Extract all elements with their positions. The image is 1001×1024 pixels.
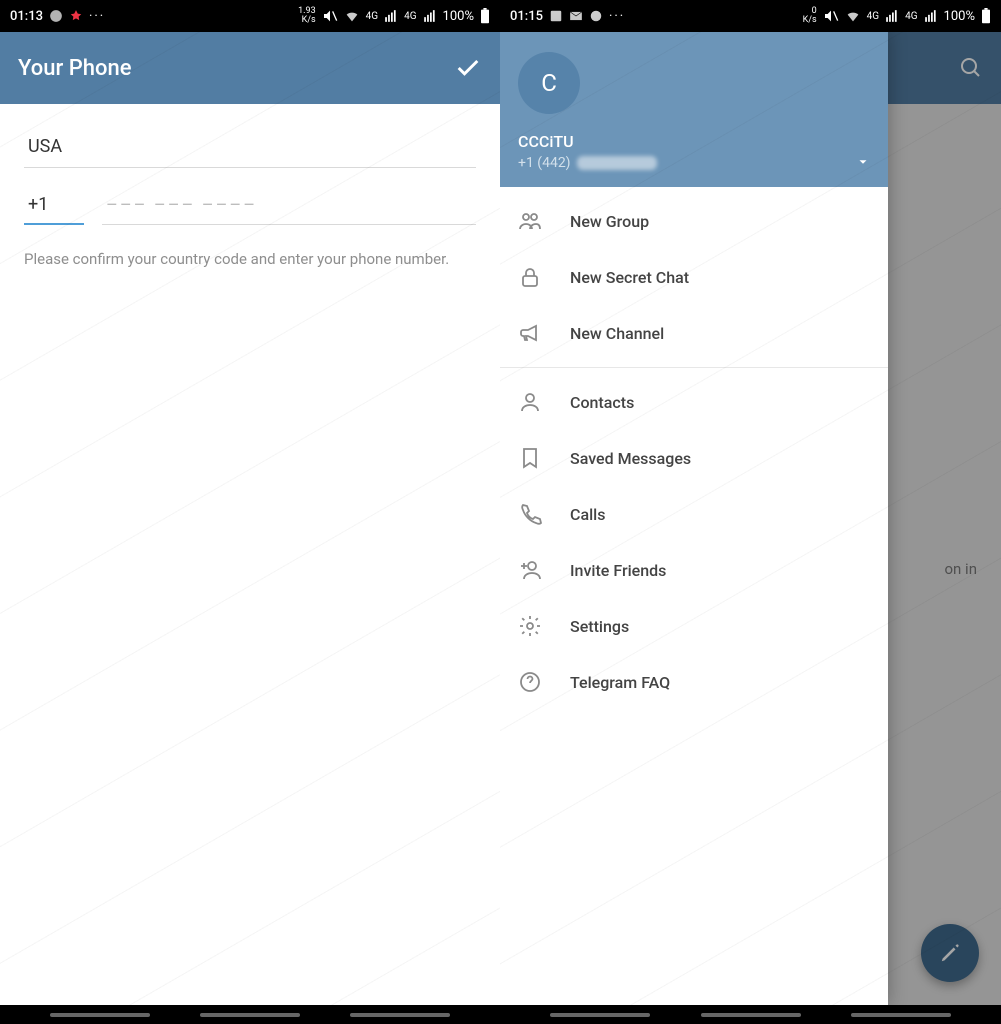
menu-divider: [500, 367, 888, 368]
app-icon: [589, 9, 603, 23]
nav-back[interactable]: [851, 1013, 951, 1017]
help-icon: [518, 670, 542, 694]
drawer-item-label: New Channel: [570, 324, 664, 343]
drawer-item-invite-friends[interactable]: Invite Friends: [500, 542, 888, 598]
phone-prefix: +1 (442): [518, 155, 571, 171]
status-speed: 1.93 K/s: [298, 7, 316, 25]
dial-code-input[interactable]: +1: [24, 194, 84, 225]
signal-bars-icon: [384, 9, 398, 23]
drawer-item-label: Telegram FAQ: [570, 673, 670, 692]
status-battery: 100%: [443, 9, 474, 24]
nav-home[interactable]: [200, 1013, 300, 1017]
bookmark-icon: [518, 446, 542, 470]
confirm-button[interactable]: [454, 54, 482, 82]
signal-4g-icon: 4G: [905, 11, 917, 22]
drawer-item-label: Saved Messages: [570, 449, 691, 468]
signal-4g-icon: 4G: [867, 11, 879, 22]
status-icon: [49, 9, 63, 23]
drawer-item-settings[interactable]: Settings: [500, 598, 888, 654]
status-icon: [69, 9, 83, 23]
phone-icon: [518, 502, 542, 526]
invite-icon: [518, 558, 542, 582]
drawer-item-label: Invite Friends: [570, 561, 666, 580]
appbar: Your Phone: [0, 32, 500, 104]
status-speed: 0 K/s: [803, 7, 817, 25]
drawer-menu: New Group New Secret Chat New Channel Conta…: [500, 187, 888, 716]
status-more-icon: ···: [89, 9, 105, 24]
nav-home[interactable]: [701, 1013, 801, 1017]
mail-icon: [569, 9, 583, 23]
mute-icon: [322, 8, 338, 24]
drawer-item-label: New Secret Chat: [570, 268, 689, 287]
status-time: 01:15: [510, 9, 543, 24]
megaphone-icon: [518, 321, 542, 345]
mute-icon: [823, 8, 839, 24]
gear-icon: [518, 614, 542, 638]
wifi-icon: [344, 8, 360, 24]
nav-recents[interactable]: [50, 1013, 150, 1017]
account-phone: +1 (442): [518, 155, 870, 171]
avatar-initial: C: [541, 69, 557, 97]
nav-recents[interactable]: [550, 1013, 650, 1017]
android-nav-bar: [500, 1005, 1001, 1024]
avatar[interactable]: C: [518, 52, 580, 114]
battery-icon: [480, 8, 490, 24]
help-text: Please confirm your country code and ent…: [24, 249, 476, 271]
drawer-item-label: Calls: [570, 505, 605, 524]
account-name: CCCiTU: [518, 132, 870, 151]
drawer-header: C CCCiTU +1 (442): [500, 32, 888, 187]
screen-your-phone: 01:13 ··· 1.93 K/s 4G 4G 100% Your Phone: [0, 0, 500, 1024]
page-title: Your Phone: [18, 56, 131, 81]
person-icon: [518, 390, 542, 414]
chevron-down-icon[interactable]: [856, 155, 870, 169]
status-bar: 01:13 ··· 1.93 K/s 4G 4G 100%: [0, 0, 500, 32]
drawer-item-new-group[interactable]: New Group: [500, 193, 888, 249]
status-bar: 01:15 ··· 0 K/s 4G 4G 100%: [500, 0, 1001, 32]
phone-masked: [577, 156, 657, 170]
signal-4g-icon: 4G: [366, 11, 378, 22]
drawer-item-label: Settings: [570, 617, 629, 636]
status-battery: 100%: [944, 9, 975, 24]
drawer-item-label: New Group: [570, 212, 649, 231]
drawer-item-contacts[interactable]: Contacts: [500, 374, 888, 430]
signal-bars-icon: [423, 9, 437, 23]
gallery-icon: [549, 9, 563, 23]
screen-drawer-open: 01:15 ··· 0 K/s 4G 4G 100% on in: [500, 0, 1001, 1024]
drawer-item-new-secret-chat[interactable]: New Secret Chat: [500, 249, 888, 305]
drawer-item-label: Contacts: [570, 393, 634, 412]
status-time: 01:13: [10, 9, 43, 24]
phone-number-input[interactable]: ––– ––– ––––: [102, 195, 476, 225]
drawer-item-calls[interactable]: Calls: [500, 486, 888, 542]
nav-back[interactable]: [350, 1013, 450, 1017]
drawer-item-new-channel[interactable]: New Channel: [500, 305, 888, 361]
status-more-icon: ···: [609, 9, 625, 24]
navigation-drawer: C CCCiTU +1 (442) New Group New Secret Ch…: [500, 32, 888, 1005]
group-icon: [518, 209, 542, 233]
battery-icon: [981, 8, 991, 24]
signal-4g-icon: 4G: [404, 11, 416, 22]
wifi-icon: [845, 8, 861, 24]
drawer-item-telegram-faq[interactable]: Telegram FAQ: [500, 654, 888, 710]
lock-icon: [518, 265, 542, 289]
country-field[interactable]: USA: [24, 130, 476, 168]
signal-bars-icon: [924, 9, 938, 23]
phone-form: USA +1 ––– ––– –––– Please confirm your …: [0, 104, 500, 297]
drawer-item-saved-messages[interactable]: Saved Messages: [500, 430, 888, 486]
signal-bars-icon: [885, 9, 899, 23]
android-nav-bar: [0, 1005, 500, 1024]
